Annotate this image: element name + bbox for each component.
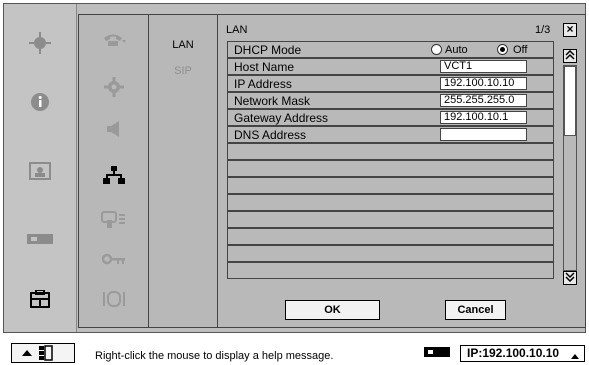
media-icon[interactable] (79, 291, 148, 307)
projector-status-icon (424, 346, 450, 361)
scrollbar-thumb[interactable] (564, 66, 576, 136)
left-sidebar (4, 4, 77, 332)
double-chevron-down-icon (565, 272, 575, 283)
empty-row (227, 194, 554, 211)
empty-row (227, 143, 554, 160)
close-button[interactable]: × (563, 23, 577, 37)
gateway-address-field[interactable]: 192.100.10.1 (440, 111, 527, 124)
row-ip-address: IP Address 192.100.10.10 (227, 75, 554, 92)
scroll-down-button[interactable] (563, 271, 577, 285)
dhcp-mode-label: DHCP Mode (234, 43, 302, 57)
key-icon[interactable] (79, 253, 148, 265)
empty-row (227, 228, 554, 245)
dhcp-auto-radio[interactable] (431, 44, 442, 55)
info-icon[interactable] (4, 92, 76, 112)
empty-row (227, 245, 554, 262)
network-mask-field[interactable]: 255.255.255.0 (440, 94, 527, 107)
dhcp-off-radio[interactable] (497, 44, 508, 55)
ip-address-label: IP Address (234, 77, 292, 91)
empty-row (227, 211, 554, 228)
ip-address-field[interactable]: 192.100.10.10 (440, 77, 527, 90)
subcategory-sip[interactable]: SIP (149, 65, 217, 77)
display-icon[interactable] (79, 211, 148, 229)
page-indicator: 1/3 (535, 24, 551, 36)
page-title: LAN (226, 24, 248, 36)
host-name-field[interactable]: VCT1 (440, 60, 527, 73)
dns-address-field[interactable] (440, 128, 527, 141)
network-mask-label: Network Mask (234, 94, 311, 108)
help-message: Right-click the mouse to display a help … (95, 350, 334, 362)
host-name-label: Host Name (234, 60, 295, 74)
empty-row (227, 262, 554, 279)
dns-address-label: DNS Address (234, 128, 307, 142)
scroll-up-button[interactable] (563, 49, 577, 63)
projector-icon[interactable] (4, 232, 76, 246)
triangle-up-icon[interactable] (570, 351, 580, 363)
row-dns-address: DNS Address (227, 126, 554, 143)
cancel-button[interactable]: Cancel (445, 300, 506, 320)
row-host-name: Host Name VCT1 (227, 58, 554, 75)
ip-address-status: IP:192.100.10.10 (460, 345, 585, 362)
network-icon[interactable] (79, 166, 148, 184)
video-conference-icon[interactable] (4, 32, 76, 54)
speaker-icon[interactable] (79, 121, 148, 137)
layout-toggle-button[interactable] (11, 343, 75, 363)
empty-row (227, 177, 554, 194)
double-chevron-up-icon (565, 49, 575, 60)
row-dhcp-mode: DHCP Mode Auto Off (227, 41, 554, 58)
camera-icon[interactable] (4, 162, 76, 180)
radio-selected-dot (500, 47, 505, 52)
gear-icon[interactable] (79, 77, 148, 97)
dhcp-auto-label: Auto (445, 44, 468, 56)
subcategory-column: LAN SIP (149, 15, 218, 327)
subcategory-lan[interactable]: LAN (149, 39, 217, 51)
gateway-address-label: Gateway Address (234, 111, 329, 125)
category-column (79, 15, 149, 327)
phone-icon[interactable] (79, 33, 148, 47)
layout-toggle-icon (22, 345, 53, 361)
row-gateway-address: Gateway Address 192.100.10.1 (227, 109, 554, 126)
layout-icon[interactable] (4, 290, 76, 308)
empty-row (227, 160, 554, 177)
dhcp-off-label: Off (513, 44, 528, 56)
row-network-mask: Network Mask 255.255.255.0 (227, 92, 554, 109)
ok-button[interactable]: OK (285, 300, 380, 320)
